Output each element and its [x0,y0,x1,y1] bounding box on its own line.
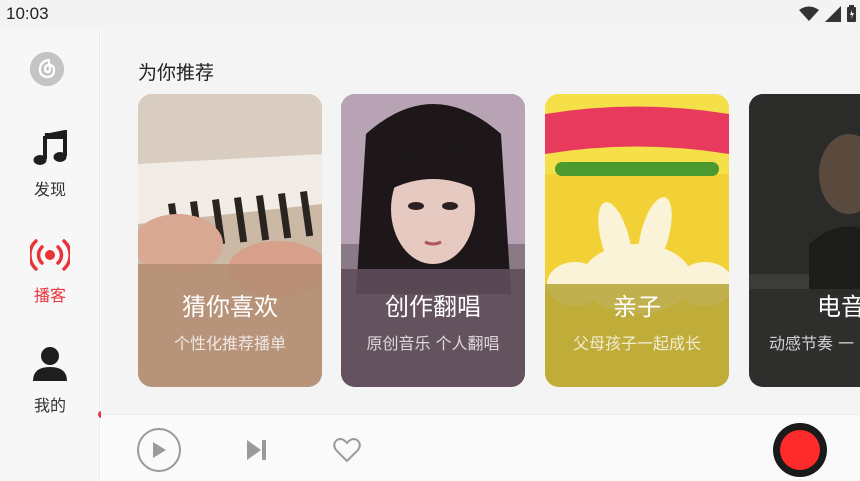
cellular-signal-icon [825,5,841,22]
battery-icon [847,5,856,22]
play-icon [153,442,166,458]
card-subtitle: 原创音乐 个人翻唱 [366,334,500,353]
card-subtitle: 动感节奏 一 [769,334,855,353]
status-icons [799,5,856,22]
like-button[interactable] [331,435,363,465]
card-title: 电音 [817,293,860,321]
sidebar-item-label: 播客 [33,286,66,305]
record-icon [780,430,820,470]
sidebar: 发现 播客 我的 [0,28,100,481]
player-bar [101,414,860,481]
heart-icon [333,438,361,463]
play-button[interactable] [137,428,181,472]
broadcast-icon [30,239,70,271]
next-button[interactable] [241,435,271,465]
sidebar-item-podcast[interactable]: 播客 [0,238,100,306]
skip-next-icon [247,440,266,460]
card-title: 创作翻唱 [385,293,481,321]
card-title: 亲子 [613,293,661,321]
card-subtitle: 个性化推荐播单 [173,334,286,353]
sidebar-item-label: 发现 [33,180,66,199]
wifi-icon [799,6,819,21]
status-bar: 10:03 [0,0,860,28]
netease-music-logo-icon[interactable] [30,52,64,86]
recommend-card-electronic[interactable]: 电音 动感节奏 一 [749,94,860,387]
music-note-icon [33,130,67,165]
recommend-card-parenting[interactable]: 亲子 父母孩子一起成长 [545,94,729,387]
sidebar-item-discover[interactable]: 发现 [0,130,100,200]
card-subtitle: 父母孩子一起成长 [572,334,701,353]
recommend-card-guess-you-like[interactable]: 猜你喜欢 个性化推荐播单 [138,94,322,387]
section-title: 为你推荐 [138,62,215,84]
person-icon [33,347,67,381]
main-content: 为你推荐 猜你喜欢 个性化推荐播单 创作翻唱 原创音乐 个人翻唱 亲子 父母孩子… [101,28,860,414]
record-button[interactable] [773,423,827,477]
card-title: 猜你喜欢 [182,293,278,321]
status-time: 10:03 [6,4,49,23]
sidebar-item-mine[interactable]: 我的 [0,346,100,416]
sidebar-item-label: 我的 [33,396,66,415]
recommend-card-cover-songs[interactable]: 创作翻唱 原创音乐 个人翻唱 [341,94,525,387]
